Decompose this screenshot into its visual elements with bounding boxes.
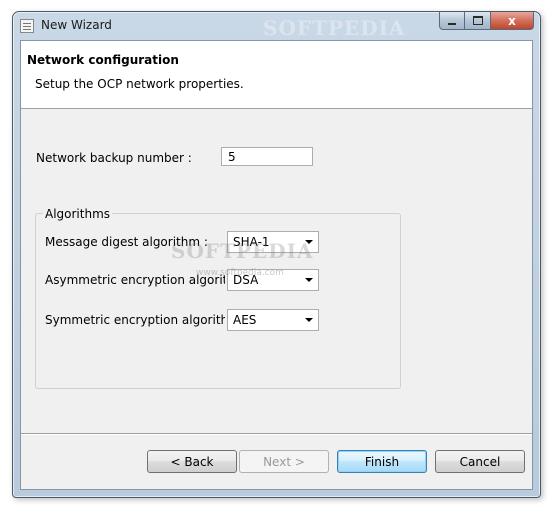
maximize-button[interactable]: [465, 12, 491, 30]
next-button[interactable]: Next >: [239, 450, 329, 473]
wizard-content: Network configuration Setup the OCP netw…: [20, 40, 533, 490]
chevron-down-icon: [305, 318, 313, 322]
page-title: Network configuration: [27, 53, 179, 67]
window-app-icon: [20, 19, 34, 33]
symmetric-algorithm-select[interactable]: AES: [227, 309, 319, 331]
close-button[interactable]: x: [491, 12, 534, 30]
page-description: Setup the OCP network properties.: [35, 77, 244, 91]
window-title: New Wizard: [41, 18, 112, 32]
backup-number-input[interactable]: [221, 147, 313, 166]
minimize-button[interactable]: [439, 12, 465, 30]
cancel-button[interactable]: Cancel: [435, 450, 525, 473]
maximize-icon: [472, 16, 483, 25]
window-controls: x: [439, 12, 534, 30]
title-bar[interactable]: New Wizard SOFTPEDIA x: [13, 12, 540, 40]
symmetric-algorithm-value: AES: [233, 313, 257, 327]
symmetric-algorithm-label: Symmetric encryption algorithm :: [45, 313, 225, 327]
watermark: SOFTPEDIA: [171, 239, 314, 263]
minimize-icon: [448, 22, 456, 25]
wizard-header: Network configuration Setup the OCP netw…: [21, 41, 532, 109]
back-button[interactable]: < Back: [147, 450, 237, 473]
watermark: SOFTPEDIA: [263, 16, 406, 40]
footer-divider: [21, 433, 532, 435]
algorithms-legend: Algorithms: [43, 207, 113, 221]
watermark-url: www.softpedia.com: [196, 268, 284, 278]
close-icon: x: [508, 13, 516, 28]
chevron-down-icon: [305, 278, 313, 282]
finish-button[interactable]: Finish: [337, 450, 427, 473]
backup-number-label: Network backup number :: [36, 151, 192, 165]
wizard-window: New Wizard SOFTPEDIA x Network configura…: [12, 11, 541, 498]
